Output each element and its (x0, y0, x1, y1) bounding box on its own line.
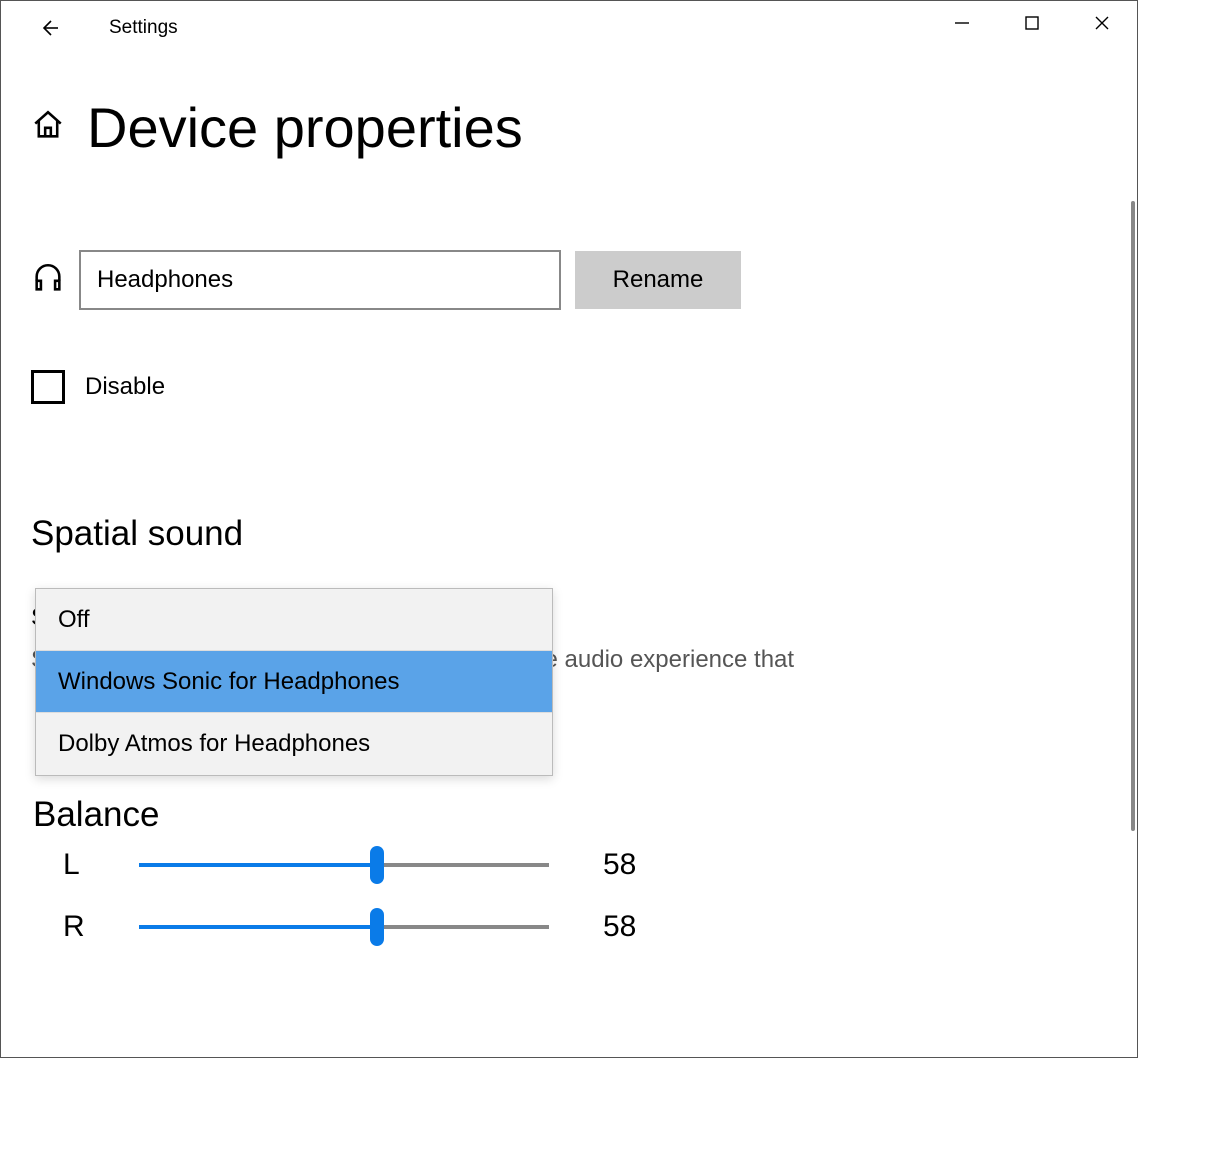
minimize-button[interactable] (927, 1, 997, 45)
disable-checkbox[interactable] (31, 370, 65, 404)
titlebar: Settings (1, 1, 1137, 55)
rename-button[interactable]: Rename (575, 251, 741, 309)
dropdown-option-windows-sonic[interactable]: Windows Sonic for Headphones (36, 651, 552, 713)
maximize-button[interactable] (997, 1, 1067, 45)
window-title: Settings (109, 17, 178, 39)
disable-label: Disable (85, 373, 165, 401)
dropdown-option-dolby-atmos[interactable]: Dolby Atmos for Headphones (36, 713, 552, 775)
headphones-icon (31, 261, 65, 300)
page-title: Device properties (87, 95, 523, 160)
vertical-scrollbar[interactable] (1131, 201, 1135, 831)
page-header: Device properties (31, 95, 1127, 160)
content-area: Device properties Rename Disable Spatial… (1, 55, 1137, 674)
home-icon (31, 108, 65, 147)
slider-fill (139, 925, 377, 929)
balance-right-value: 58 (603, 910, 636, 944)
back-button[interactable] (29, 8, 69, 48)
dropdown-option-off[interactable]: Off (36, 589, 552, 651)
close-button[interactable] (1067, 1, 1137, 45)
balance-left-value: 58 (603, 848, 636, 882)
settings-window: Settings Device properties Renam (0, 0, 1138, 1058)
window-controls (927, 1, 1137, 45)
spatial-sound-heading: Spatial sound (31, 514, 1127, 554)
device-name-row: Rename (31, 250, 1127, 310)
balance-left-row: L 58 (63, 845, 636, 885)
balance-heading: Balance (33, 795, 159, 835)
slider-thumb[interactable] (370, 908, 384, 946)
slider-fill (139, 863, 377, 867)
balance-right-label: R (63, 910, 85, 944)
spatial-format-dropdown[interactable]: Off Windows Sonic for Headphones Dolby A… (35, 588, 553, 776)
slider-thumb[interactable] (370, 846, 384, 884)
device-name-input[interactable] (79, 250, 561, 310)
balance-left-label: L (63, 848, 85, 882)
disable-row: Disable (31, 370, 1127, 404)
balance-left-slider[interactable] (139, 845, 549, 885)
balance-right-slider[interactable] (139, 907, 549, 947)
balance-right-row: R 58 (63, 907, 636, 947)
